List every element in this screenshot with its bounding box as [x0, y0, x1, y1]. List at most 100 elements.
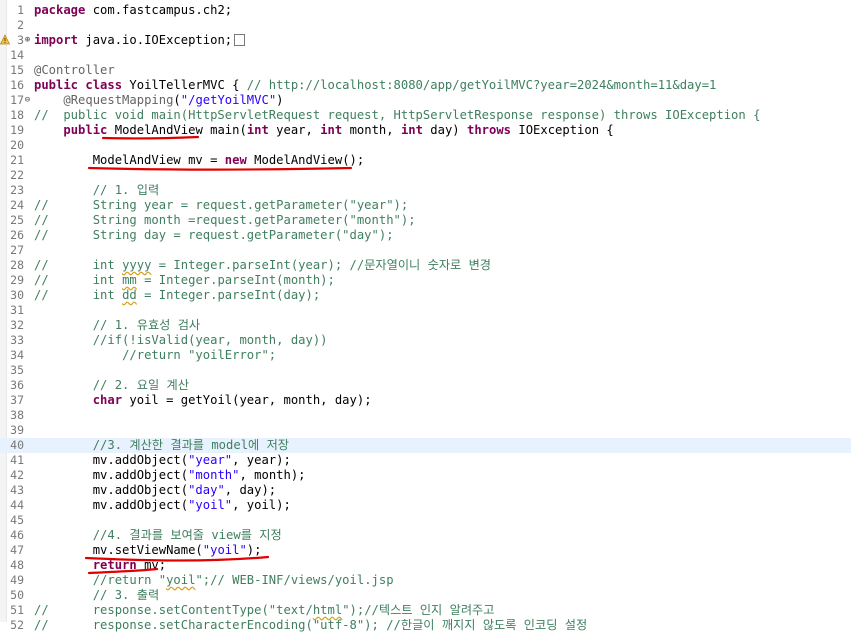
line-code: // int yyyy = Integer.parseInt(year); //…	[34, 258, 491, 273]
code-line[interactable]: 36 // 2. 요일 계산	[0, 378, 851, 393]
code-token	[34, 123, 63, 137]
code-line[interactable]: 48 return mv;	[0, 558, 851, 573]
code-line[interactable]: 45	[0, 513, 851, 528]
code-token	[34, 378, 93, 392]
code-line[interactable]: 28 // int yyyy = Integer.parseInt(year); …	[0, 258, 851, 273]
code-token: @Controller	[34, 63, 115, 77]
code-line[interactable]: 34 //return "yoilError";	[0, 348, 851, 363]
line-number: 42	[6, 468, 24, 483]
line-number: 18	[6, 108, 24, 123]
code-token: YoilTellerMVC {	[129, 78, 246, 92]
code-token: mv;	[144, 558, 166, 572]
code-line[interactable]: 51// response.setContentType("text/html"…	[0, 603, 851, 618]
code-line[interactable]: 49 //return "yoil";// WEB-INF/views/yoil…	[0, 573, 851, 588]
code-token: mv.setViewName(	[34, 543, 203, 557]
warning-icon[interactable]	[0, 34, 10, 46]
code-line[interactable]: 18// public void main(HttpServletRequest…	[0, 108, 851, 123]
code-line[interactable]: 15 @Controller	[0, 63, 851, 78]
line-code: public class YoilTellerMVC { // http://l…	[34, 78, 716, 93]
code-line[interactable]: 38	[0, 408, 851, 423]
code-token: public	[63, 123, 114, 137]
code-line[interactable]: 41 mv.addObject("year", year);	[0, 453, 851, 468]
line-number: 24	[6, 198, 24, 213]
code-line[interactable]: 19 public ModelAndView main(int year, in…	[0, 123, 851, 138]
line-number: 50	[6, 588, 24, 603]
line-number: 27	[6, 243, 24, 258]
code-token: IOException {	[518, 123, 613, 137]
code-token: return	[93, 558, 144, 572]
code-token: mv.addObject(	[34, 468, 188, 482]
line-code: @Controller	[34, 63, 115, 78]
code-token: )	[276, 93, 283, 107]
code-line[interactable]: 32 // 1. 유효성 검사	[0, 318, 851, 333]
code-line[interactable]: 24 // String year = request.getParameter(…	[0, 198, 851, 213]
code-token: //3. 계산한 결과를 model에 저장	[93, 438, 289, 452]
line-number: 22	[6, 168, 24, 183]
code-line[interactable]: 42 mv.addObject("month", month);	[0, 468, 851, 483]
code-token: // String month =request.getParameter("m…	[34, 213, 416, 227]
code-token: // int	[34, 258, 122, 272]
code-line[interactable]: 39	[0, 423, 851, 438]
line-number: 39	[6, 423, 24, 438]
code-line[interactable]: 52 // response.setCharacterEncoding("utf-…	[0, 618, 851, 633]
code-line[interactable]: 50 // 3. 출력	[0, 588, 851, 603]
code-token: com.fastcampus.ch2;	[93, 3, 232, 17]
code-line[interactable]: 1package com.fastcampus.ch2;	[0, 3, 851, 18]
line-number: 15	[6, 63, 24, 78]
code-line[interactable]: 46 //4. 결과를 보여줄 view를 지정	[0, 528, 851, 543]
line-code: //return "yoilError";	[34, 348, 276, 363]
folded-imports-box[interactable]	[234, 34, 245, 46]
code-line[interactable]: 43 mv.addObject("day", day);	[0, 483, 851, 498]
line-code: //return "yoil";// WEB-INF/views/yoil.js…	[34, 573, 394, 588]
code-line[interactable]: 29// int mm = Integer.parseInt(month);	[0, 273, 851, 288]
line-code: //3. 계산한 결과를 model에 저장	[34, 438, 289, 453]
line-number: 2	[6, 18, 24, 33]
code-line[interactable]: 37 char yoil = getYoil(year, month, day)…	[0, 393, 851, 408]
line-number: 28	[6, 258, 24, 273]
line-code: // response.setCharacterEncoding("utf-8"…	[34, 618, 587, 633]
code-token: // String year = request.getParameter("y…	[34, 198, 408, 212]
line-number: 17	[6, 93, 24, 108]
code-line[interactable]: 16public class YoilTellerMVC { // http:/…	[0, 78, 851, 93]
code-token: //return "yoilError";	[122, 348, 276, 362]
code-line[interactable]: 44 mv.addObject("yoil", yoil);	[0, 498, 851, 513]
fold-expand-icon[interactable]: ⊕	[23, 34, 32, 46]
code-line[interactable]: 23 // 1. 입력	[0, 183, 851, 198]
code-line[interactable]: 14	[0, 48, 851, 63]
code-token: , month);	[239, 468, 305, 482]
code-line[interactable]: 21 ModelAndView mv = new ModelAndView();	[0, 153, 851, 168]
line-code: // 1. 입력	[34, 183, 159, 198]
line-code: //4. 결과를 보여줄 view를 지정	[34, 528, 282, 543]
code-token: , year);	[232, 453, 291, 467]
line-number: 48	[6, 558, 24, 573]
code-token: (	[173, 93, 180, 107]
code-line[interactable]: 25 // String month =request.getParameter(…	[0, 213, 851, 228]
code-line[interactable]: 17⊖ @RequestMapping("/getYoilMVC")	[0, 93, 851, 108]
line-number: 32	[6, 318, 24, 333]
line-number: 41	[6, 453, 24, 468]
code-token: "year"	[188, 453, 232, 467]
code-token: // 1. 유효성 검사	[93, 318, 200, 332]
code-token: dd	[122, 288, 137, 302]
code-line[interactable]: 40 //3. 계산한 결과를 model에 저장	[0, 438, 851, 453]
line-number: 25	[6, 213, 24, 228]
code-line[interactable]: 3⊕import java.io.IOException;	[0, 33, 851, 48]
code-line[interactable]: 2	[0, 18, 851, 33]
code-line[interactable]: 20	[0, 138, 851, 153]
code-token: @RequestMapping	[63, 93, 173, 107]
code-line[interactable]: 35	[0, 363, 851, 378]
code-line[interactable]: 33 //if(!isValid(year, month, day))	[0, 333, 851, 348]
code-line[interactable]: 22	[0, 168, 851, 183]
code-line[interactable]: 26// String day = request.getParameter("…	[0, 228, 851, 243]
line-number: 40	[6, 438, 24, 453]
fold-collapse-icon[interactable]: ⊖	[23, 94, 32, 106]
code-editor[interactable]: 1package com.fastcampus.ch2;23⊕import ja…	[0, 0, 851, 622]
code-line[interactable]: 27	[0, 243, 851, 258]
line-number: 52	[6, 618, 24, 633]
code-token: // response.setCharacterEncoding("utf-8"…	[34, 618, 587, 632]
code-line[interactable]: 30// int dd = Integer.parseInt(day);	[0, 288, 851, 303]
code-token: mv.addObject(	[34, 483, 188, 497]
line-code: mv.setViewName("yoil");	[34, 543, 261, 558]
code-line[interactable]: 31	[0, 303, 851, 318]
code-line[interactable]: 47 mv.setViewName("yoil");	[0, 543, 851, 558]
